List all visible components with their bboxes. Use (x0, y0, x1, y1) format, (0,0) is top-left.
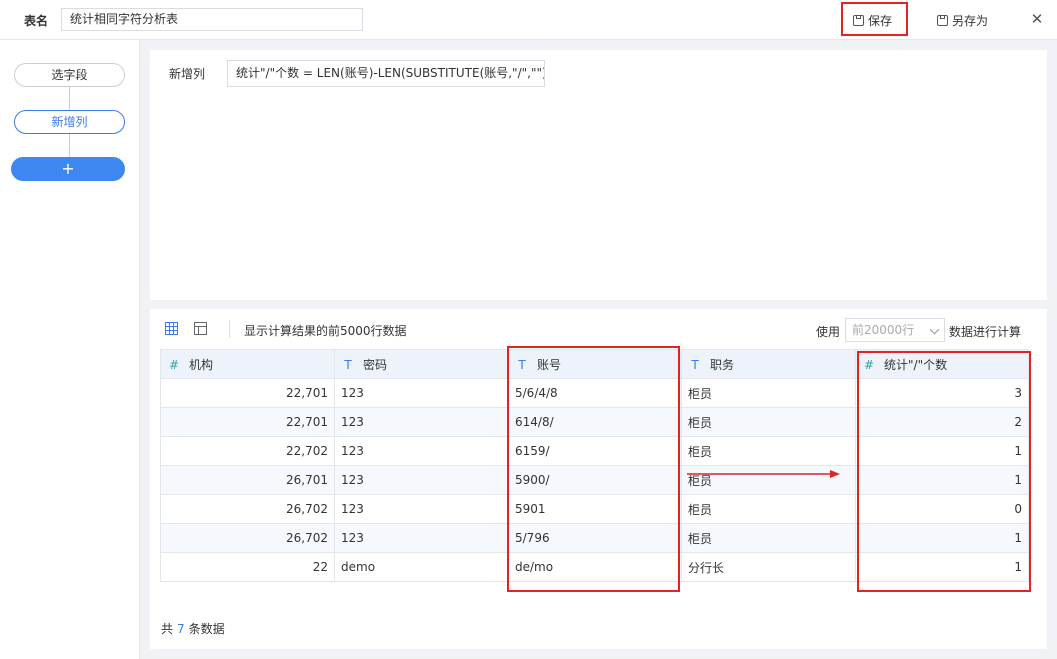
table-cell: 0 (855, 494, 1029, 524)
node-connector (69, 134, 70, 157)
table-name-label: 表名 (24, 14, 49, 28)
formula-panel: 新增列 统计"/"个数 = LEN(账号)-LEN(SUBSTITUTE(账号,… (150, 50, 1047, 300)
table-cell: 3 (855, 378, 1029, 408)
toolbar-divider (229, 320, 230, 338)
column-header[interactable]: # 统计"/"个数 (855, 349, 1029, 379)
table-row: 22,701 123 5/6/4/8 柜员 3 (160, 378, 1029, 408)
table-cell: 1 (855, 465, 1029, 495)
table-cell: 柜员 (681, 407, 856, 437)
node-connector (69, 87, 70, 110)
text-type-icon: T (691, 357, 699, 372)
save-button[interactable]: 保存 (853, 8, 892, 32)
top-bar: 表名 统计相同字符分析表 保存 另存为 ✕ (0, 0, 1057, 40)
save-as-icon (937, 14, 948, 26)
table-cell: 柜员 (681, 523, 856, 553)
table-cell: 5/796 (508, 523, 682, 553)
table-cell: 1 (855, 552, 1029, 582)
save-icon (853, 14, 864, 26)
row-limit-select[interactable]: 前20000行 (845, 318, 945, 342)
save-label: 保存 (868, 13, 893, 28)
table-cell: 123 (334, 494, 509, 524)
use-suffix: 数据进行计算 (949, 325, 1022, 339)
table-cell: 26,701 (160, 465, 335, 495)
table-row: 22 demo de/mo 分行长 1 (160, 552, 1029, 582)
table-row: 22,702 123 6159/柜员 1 (160, 436, 1029, 466)
node-add-column[interactable]: 新增列 (14, 110, 125, 134)
column-header[interactable]: T 密码 (334, 349, 509, 379)
table-cell: 123 (334, 378, 509, 408)
table-cell: 柜员 (681, 378, 856, 408)
table-cell: 123 (334, 465, 509, 495)
table-cell: 柜员 (681, 436, 856, 466)
chevron-down-icon (929, 324, 940, 335)
text-type-icon: T (344, 357, 352, 372)
data-panel: 显示计算结果的前5000行数据 使用 前20000行 数据进行计算 # 机构 T密… (150, 309, 1047, 649)
table-header-row: # 机构 T 密码 T 账号 T 职务 # 统计"/"个数 (160, 349, 1029, 379)
close-icon[interactable]: ✕ (1028, 10, 1046, 28)
table-name-input[interactable]: 统计相同字符分析表 (61, 8, 363, 31)
row-limit-placeholder: 前20000行 (852, 323, 915, 337)
add-step-button[interactable]: + (11, 157, 125, 181)
table-cell: 26,702 (160, 523, 335, 553)
column-header[interactable]: # 机构 (160, 349, 335, 379)
table-cell: 614/8/ (508, 407, 682, 437)
table-cell: 123 (334, 407, 509, 437)
table-view-icon[interactable] (194, 322, 208, 336)
table-row: 26,702 123 5901 柜员 0 (160, 494, 1029, 524)
formula-input[interactable]: 统计"/"个数 = LEN(账号)-LEN(SUBSTITUTE(账号,"/",… (227, 60, 545, 87)
table-cell: 5900/ (508, 465, 682, 495)
table-cell: 柜员 (681, 494, 856, 524)
table-cell: de/mo (508, 552, 682, 582)
formula-label: 新增列 (169, 67, 206, 81)
table-cell: demo (334, 552, 509, 582)
save-as-button[interactable]: 另存为 (937, 8, 988, 32)
table-cell: 6159/ (508, 436, 682, 466)
data-table: # 机构 T 密码 T 账号 T 职务 # 统计"/"个数 22,701 123 5/6/4/… (160, 349, 1029, 582)
table-cell: 26,702 (160, 494, 335, 524)
table-cell: 22,701 (160, 378, 335, 408)
number-type-icon: # (863, 357, 875, 372)
save-as-label: 另存为 (952, 13, 989, 28)
row-count: 共 7 条数据 (161, 622, 225, 636)
table-row: 26,701 123 5900/柜员 1 (160, 465, 1029, 495)
number-type-icon: # (168, 357, 180, 372)
table-cell: 分行长 (681, 552, 856, 582)
sidebar: 选字段 新增列 + (0, 40, 140, 659)
table-cell: 5/6/4/8 (508, 378, 682, 408)
table-cell: 22,701 (160, 407, 335, 437)
arrow-annotation (687, 470, 840, 478)
table-cell: 2 (855, 407, 1029, 437)
node-select-fields[interactable]: 选字段 (14, 63, 125, 87)
use-label: 使用 (816, 325, 841, 339)
table-cell: 1 (855, 523, 1029, 553)
table-cell: 22 (160, 552, 335, 582)
table-row: 22,701 123 614/8/柜员 2 (160, 407, 1029, 437)
grid-view-icon[interactable] (165, 322, 179, 336)
table-cell: 1 (855, 436, 1029, 466)
column-header[interactable]: T 职务 (681, 349, 856, 379)
table-cell: 123 (334, 436, 509, 466)
preview-tip: 显示计算结果的前5000行数据 (244, 324, 407, 338)
row-count-value: 7 (177, 622, 185, 636)
table-cell: 5901 (508, 494, 682, 524)
column-header[interactable]: T 账号 (508, 349, 682, 379)
table-row: 26,702 123 5/796 柜员 1 (160, 523, 1029, 553)
table-cell: 123 (334, 523, 509, 553)
table-cell: 22,702 (160, 436, 335, 466)
text-type-icon: T (518, 357, 526, 372)
